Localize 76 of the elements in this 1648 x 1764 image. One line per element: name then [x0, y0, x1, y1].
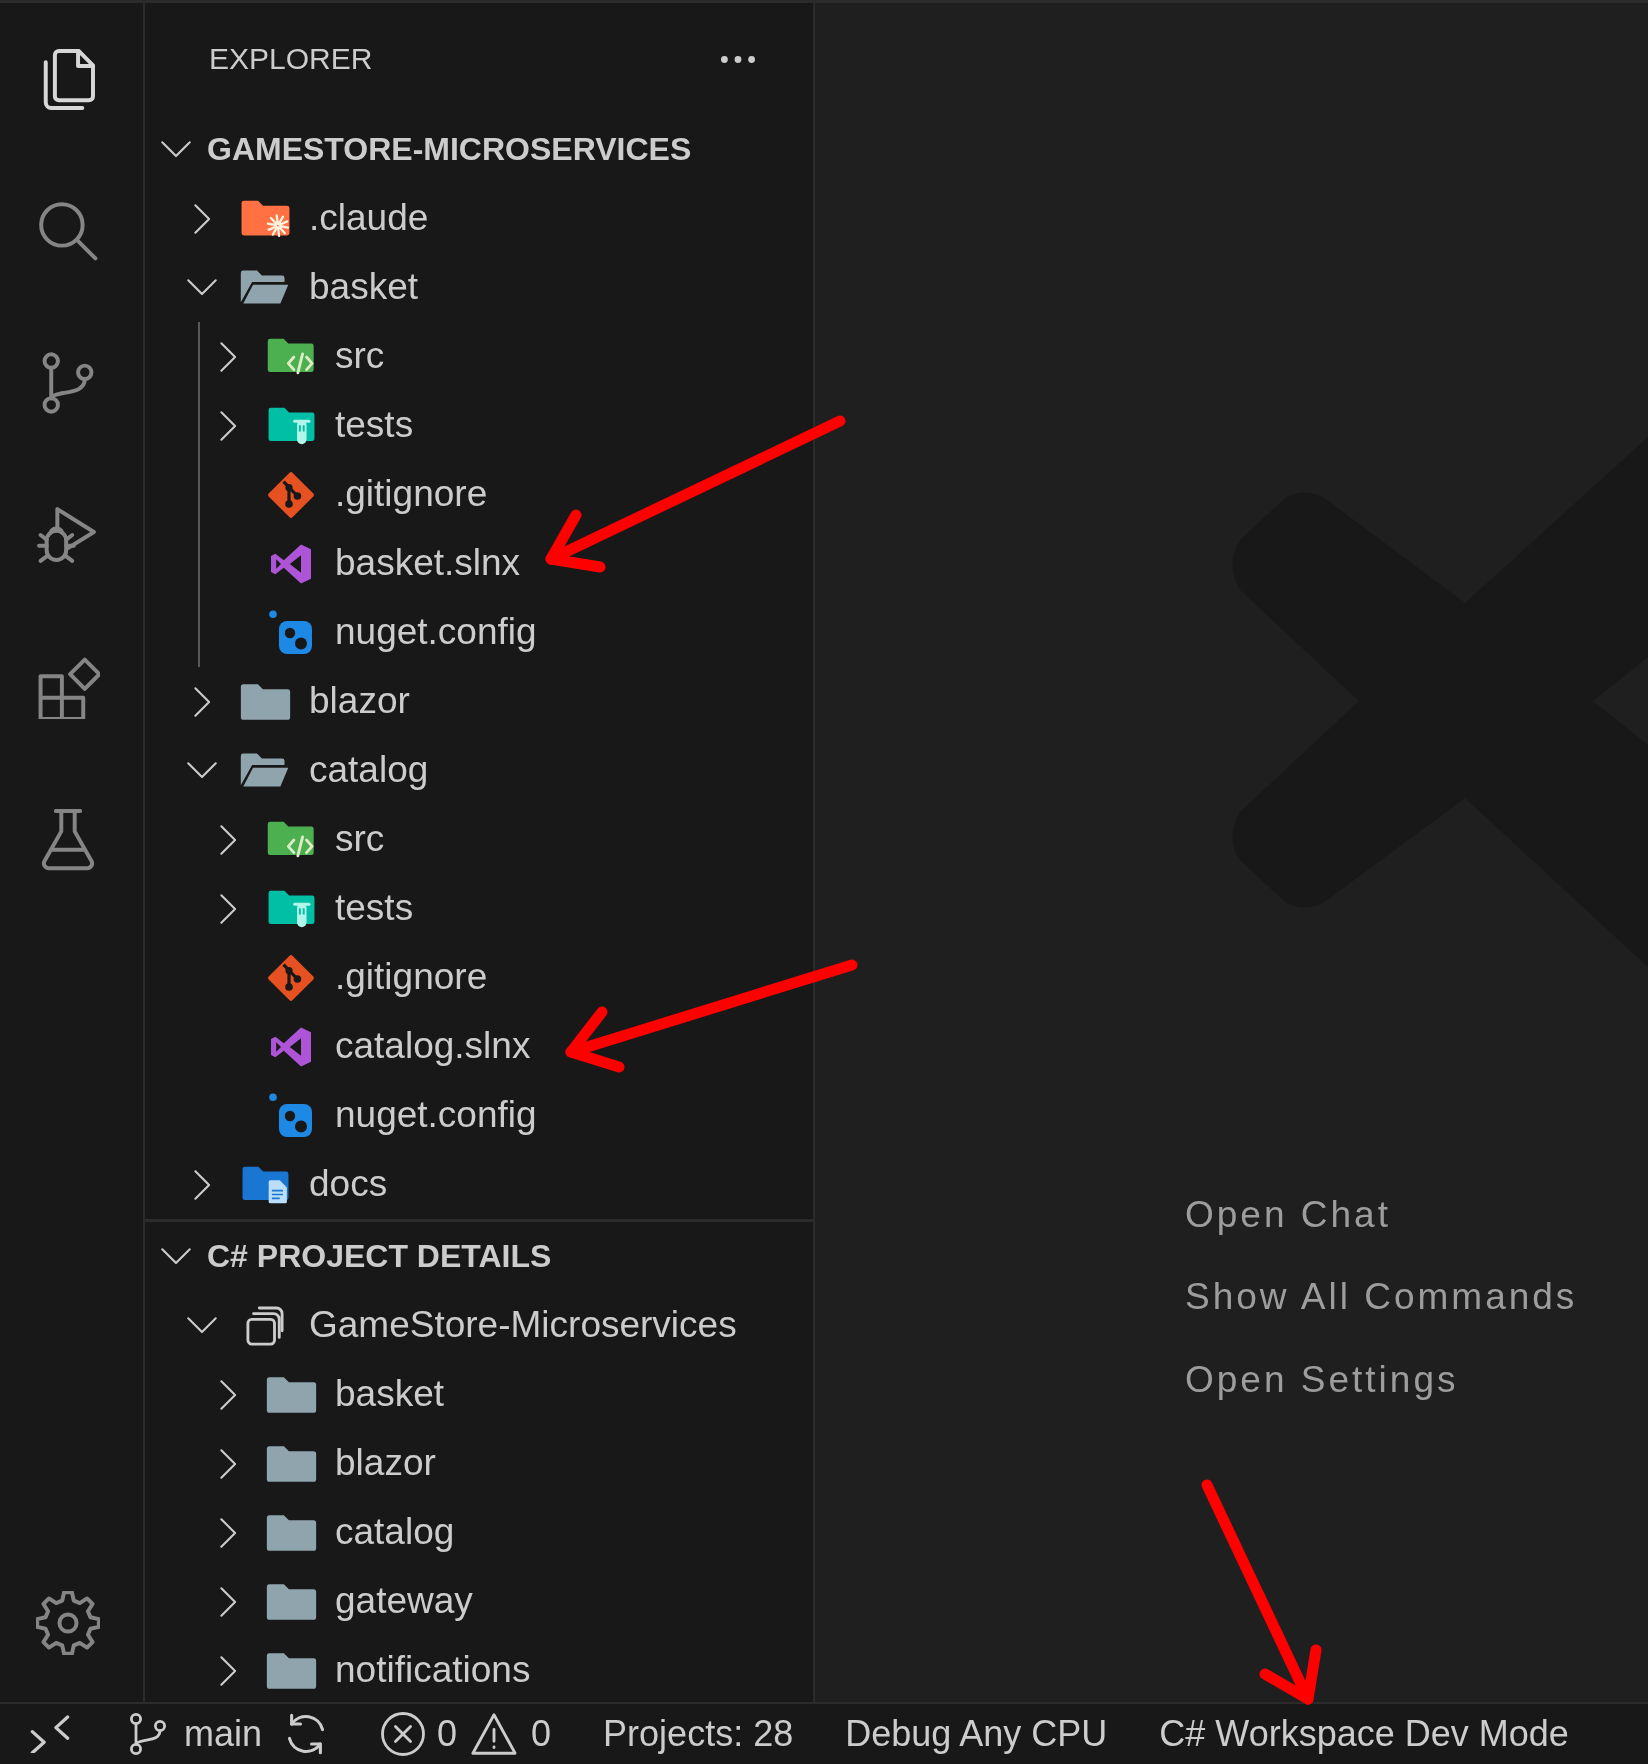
folder-icon	[265, 1582, 317, 1621]
chevron-right-icon[interactable]	[218, 340, 238, 373]
chevron-right-icon[interactable]	[218, 1585, 238, 1618]
tree-item-label[interactable]: docs	[309, 1164, 388, 1205]
folder-icon	[265, 1444, 317, 1483]
command-hint: Show All Commands	[1185, 1275, 1578, 1320]
command-hint: Open Chat	[1185, 1193, 1391, 1237]
tree-item-label[interactable]: GameStore-Microservices	[309, 1305, 737, 1346]
tree-item-label[interactable]: src	[335, 336, 385, 377]
chevron-down-icon[interactable]	[186, 761, 218, 780]
chevron-down-icon[interactable]	[160, 1247, 192, 1266]
error-count: 0	[437, 1713, 458, 1755]
more-actions-icon[interactable]	[721, 55, 755, 63]
status-bar-item[interactable]: Debug Any CPU	[845, 1713, 1108, 1755]
solution-file-icon	[270, 543, 312, 584]
chevron-down-icon[interactable]	[160, 140, 192, 159]
chevron-right-icon[interactable]	[218, 823, 238, 856]
code-folder-icon	[265, 820, 317, 859]
tree-item-label[interactable]: catalog	[335, 1512, 455, 1553]
folder-icon	[265, 1375, 317, 1414]
branch-icon	[130, 1713, 166, 1755]
settings-icon[interactable]	[35, 1591, 100, 1655]
solution-file-icon	[270, 1026, 312, 1067]
tree-item-label[interactable]: basket	[309, 267, 418, 308]
folder-icon	[239, 682, 291, 721]
tree-item-label[interactable]: blazor	[309, 681, 410, 722]
tree-item-label[interactable]: basket.slnx	[335, 543, 521, 584]
problems-status-item[interactable]: 0 0	[381, 1712, 552, 1756]
status-bar-item[interactable]: Projects: 28	[603, 1713, 794, 1755]
chevron-right-icon[interactable]	[192, 202, 212, 235]
code-folder-icon	[265, 337, 317, 376]
tree-item-label[interactable]: gateway	[335, 1581, 473, 1622]
chevron-right-icon[interactable]	[218, 1516, 238, 1549]
chevron-right-icon[interactable]	[218, 1654, 238, 1687]
warning-icon	[471, 1713, 518, 1755]
chevron-right-icon[interactable]	[218, 1378, 238, 1411]
chevron-right-icon[interactable]	[218, 409, 238, 442]
solution-stack-icon	[246, 1305, 284, 1346]
starburst-folder-icon	[239, 199, 291, 238]
tree-item-label[interactable]: .claude	[309, 198, 429, 239]
section-header[interactable]: GAMESTORE-MICROSERVICES	[207, 131, 692, 168]
open-folder-icon	[239, 268, 291, 307]
tree-item-label[interactable]: basket	[335, 1374, 444, 1415]
tree-item-label[interactable]: blazor	[335, 1443, 436, 1484]
nuget-file-icon	[269, 610, 313, 655]
tree-item-label[interactable]: .gitignore	[335, 957, 488, 998]
sidebar-title: EXPLORER	[209, 42, 373, 76]
tree-item-label[interactable]: tests	[335, 888, 414, 929]
tree-item-label[interactable]: nuget.config	[335, 612, 537, 653]
command-hint: Open Settings	[1185, 1357, 1459, 1402]
tree-item-label[interactable]: .gitignore	[335, 474, 488, 515]
tree-item-label[interactable]: catalog.slnx	[335, 1026, 531, 1067]
chevron-right-icon[interactable]	[192, 1168, 212, 1201]
chevron-right-icon[interactable]	[218, 892, 238, 925]
warning-count: 0	[531, 1713, 552, 1755]
tree-item-label[interactable]: nuget.config	[335, 1095, 537, 1136]
sync-icon[interactable]	[287, 1713, 326, 1755]
chevron-down-icon[interactable]	[186, 1316, 218, 1335]
tree-item-label[interactable]: notifications	[335, 1650, 531, 1691]
branch-status-item[interactable]: main	[130, 1713, 263, 1755]
chevron-right-icon[interactable]	[218, 1447, 238, 1480]
folder-icon	[265, 1651, 317, 1690]
section-header[interactable]: C# PROJECT DETAILS	[207, 1238, 552, 1275]
chevron-down-icon[interactable]	[186, 278, 218, 297]
git-file-icon	[268, 954, 314, 1001]
chevron-right-icon[interactable]	[192, 685, 212, 718]
tree-item-label[interactable]: tests	[335, 405, 414, 446]
folder-icon	[265, 1513, 317, 1552]
status-bar-item[interactable]: C# Workspace Dev Mode	[1159, 1713, 1569, 1755]
open-folder-icon	[239, 751, 291, 790]
remote-icon[interactable]	[30, 1715, 70, 1753]
tree-item-label[interactable]: src	[335, 819, 385, 860]
git-file-icon	[268, 471, 314, 518]
error-icon	[381, 1712, 426, 1756]
nuget-file-icon	[269, 1093, 313, 1138]
tree-item-label[interactable]: catalog	[309, 750, 429, 791]
